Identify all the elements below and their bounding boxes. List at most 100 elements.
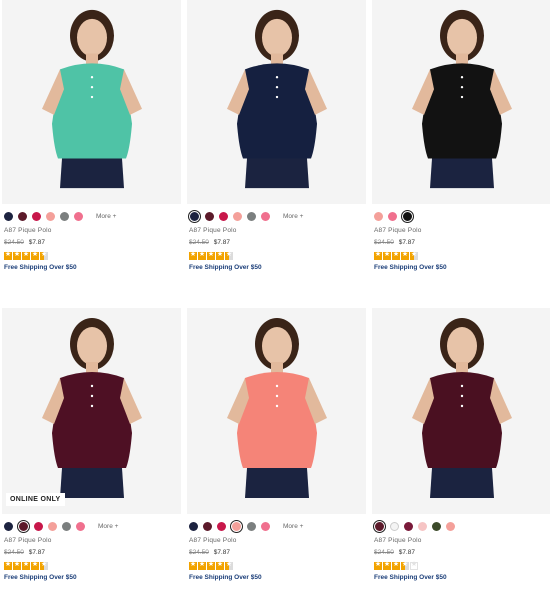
color-swatch[interactable] <box>46 212 55 221</box>
color-swatches: More + <box>187 204 366 223</box>
shipping-note: Free Shipping Over $50 <box>374 264 447 271</box>
color-swatch[interactable] <box>34 522 43 531</box>
product-image[interactable] <box>187 0 366 204</box>
shipping-note: Free Shipping Over $50 <box>189 264 262 271</box>
sale-price: $7.87 <box>398 549 415 556</box>
color-swatch[interactable] <box>32 212 41 221</box>
product-card-6: A87 Pique Polo $24.50 $7.87 Free Shippin… <box>372 298 550 596</box>
product-name[interactable]: A87 Pique Polo <box>187 223 366 234</box>
color-swatch[interactable] <box>390 522 399 531</box>
color-swatch[interactable] <box>4 522 13 531</box>
color-swatch[interactable] <box>18 212 27 221</box>
color-swatches: More + <box>2 514 181 533</box>
color-swatch[interactable] <box>188 210 201 223</box>
product-image[interactable] <box>187 308 366 514</box>
product-name[interactable]: A87 Pique Polo <box>2 223 181 234</box>
color-swatch[interactable] <box>76 522 85 531</box>
star-icon <box>392 560 400 570</box>
product-name[interactable]: A87 Pique Polo <box>2 533 181 544</box>
product-image[interactable]: ONLINE ONLY <box>2 308 181 514</box>
color-swatch[interactable] <box>219 212 228 221</box>
color-swatch[interactable] <box>217 522 226 531</box>
product-image[interactable] <box>372 0 550 204</box>
star-icon <box>374 250 382 260</box>
original-price: $24.50 <box>374 239 394 246</box>
shipping-note: Free Shipping Over $50 <box>374 574 447 581</box>
price: $24.50 $7.87 <box>372 234 550 246</box>
product-card-1: More + A87 Pique Polo $24.50 $7.87 Free … <box>2 0 181 298</box>
product-image[interactable] <box>2 0 181 204</box>
color-swatch[interactable] <box>373 520 386 533</box>
sale-price: $7.87 <box>213 549 230 556</box>
star-icon <box>383 560 391 570</box>
color-swatch[interactable] <box>48 522 57 531</box>
original-price: $24.50 <box>189 549 209 556</box>
color-swatch[interactable] <box>74 212 83 221</box>
more-colors-link[interactable]: More + <box>283 213 303 220</box>
product-name[interactable]: A87 Pique Polo <box>372 223 550 234</box>
star-rating <box>2 246 181 260</box>
price: $24.50 $7.87 <box>2 234 181 246</box>
color-swatch[interactable] <box>233 212 242 221</box>
color-swatch[interactable] <box>446 522 455 531</box>
more-colors-link[interactable]: More + <box>96 213 116 220</box>
model-photo <box>2 308 181 514</box>
star-rating <box>187 556 366 570</box>
star-icon <box>401 560 409 570</box>
color-swatches: More + <box>2 204 181 223</box>
color-swatch[interactable] <box>205 212 214 221</box>
color-swatch[interactable] <box>203 522 212 531</box>
product-name[interactable]: A87 Pique Polo <box>372 533 550 544</box>
star-icon <box>207 250 215 260</box>
color-swatch[interactable] <box>401 210 414 223</box>
star-icon <box>189 560 197 570</box>
color-swatch[interactable] <box>388 212 397 221</box>
color-swatch[interactable] <box>62 522 71 531</box>
color-swatch[interactable] <box>374 212 383 221</box>
price: $24.50 $7.87 <box>372 544 550 556</box>
color-swatch[interactable] <box>261 212 270 221</box>
star-icon <box>198 250 206 260</box>
color-swatch[interactable] <box>17 520 30 533</box>
star-rating <box>187 246 366 260</box>
sale-price: $7.87 <box>398 239 415 246</box>
color-swatch[interactable] <box>60 212 69 221</box>
color-swatch[interactable] <box>247 522 256 531</box>
shipping-note: Free Shipping Over $50 <box>4 264 77 271</box>
shipping-note: Free Shipping Over $50 <box>189 574 262 581</box>
star-icon <box>216 560 224 570</box>
color-swatch[interactable] <box>432 522 441 531</box>
more-colors-link[interactable]: More + <box>283 523 303 530</box>
product-card-4: ONLINE ONLY More + A87 Pique Polo $24.50… <box>2 298 181 596</box>
star-icon <box>383 250 391 260</box>
color-swatch[interactable] <box>261 522 270 531</box>
price: $24.50 $7.87 <box>187 234 366 246</box>
sale-price: $7.87 <box>28 549 45 556</box>
color-swatches <box>372 514 550 533</box>
product-image[interactable] <box>372 308 550 514</box>
product-name[interactable]: A87 Pique Polo <box>187 533 366 544</box>
online-only-badge: ONLINE ONLY <box>6 493 65 506</box>
model-photo <box>187 0 366 204</box>
color-swatch[interactable] <box>189 522 198 531</box>
color-swatch[interactable] <box>418 522 427 531</box>
star-icon <box>410 250 418 260</box>
star-rating <box>372 246 550 260</box>
star-icon <box>13 560 21 570</box>
product-card-2: More + A87 Pique Polo $24.50 $7.87 Free … <box>187 0 366 298</box>
color-swatches <box>372 204 550 223</box>
color-swatch[interactable] <box>247 212 256 221</box>
star-icon <box>189 250 197 260</box>
color-swatch[interactable] <box>4 212 13 221</box>
color-swatch[interactable] <box>404 522 413 531</box>
star-icon <box>22 560 30 570</box>
sale-price: $7.87 <box>213 239 230 246</box>
star-icon <box>40 560 48 570</box>
star-icon <box>4 250 12 260</box>
original-price: $24.50 <box>374 549 394 556</box>
star-rating <box>372 556 550 570</box>
shipping-note: Free Shipping Over $50 <box>4 574 77 581</box>
color-swatch[interactable] <box>230 520 243 533</box>
more-colors-link[interactable]: More + <box>98 523 118 530</box>
star-icon <box>22 250 30 260</box>
